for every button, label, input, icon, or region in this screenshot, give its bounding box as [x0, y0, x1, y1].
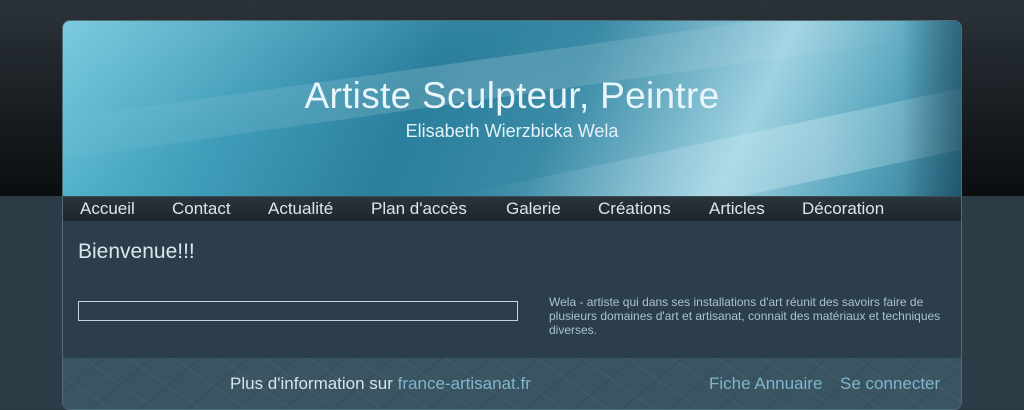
site-subtitle: Elisabeth Wierzbicka Wela — [405, 121, 619, 141]
nav-item-creations[interactable]: Créations — [598, 199, 671, 219]
main-content: Bienvenue!!! Wela - artiste qui dans ses… — [63, 221, 961, 358]
footer: Plus d'information sur france-artisanat.… — [63, 358, 961, 409]
nav-item-decoration[interactable]: Décoration — [802, 199, 884, 219]
site-title[interactable]: Artiste Sculpteur, Peintre — [63, 75, 961, 117]
site-container: Artiste Sculpteur, Peintre Elisabeth Wie… — [62, 20, 962, 410]
nav-item-articles[interactable]: Articles — [709, 199, 765, 219]
login-link[interactable]: Se connecter — [840, 374, 940, 394]
fiche-annuaire-link[interactable]: Fiche Annuaire — [709, 374, 822, 394]
header-banner: Artiste Sculpteur, Peintre Elisabeth Wie… — [63, 21, 961, 253]
nav-item-plan-acces[interactable]: Plan d'accès — [371, 199, 467, 219]
france-artisanat-link[interactable]: france-artisanat.fr — [398, 374, 531, 393]
embedded-frame-box[interactable] — [78, 301, 518, 321]
main-navigation: Accueil Contact Actualité Plan d'accès G… — [63, 196, 961, 222]
nav-item-galerie[interactable]: Galerie — [506, 199, 561, 219]
nav-item-accueil[interactable]: Accueil — [80, 199, 135, 219]
footer-info-text: Plus d'information sur — [230, 374, 398, 393]
footer-info: Plus d'information sur france-artisanat.… — [230, 374, 531, 394]
nav-item-actualite[interactable]: Actualité — [268, 199, 333, 219]
welcome-heading: Bienvenue!!! — [78, 240, 195, 263]
artist-description: Wela - artiste qui dans ses installation… — [549, 295, 941, 337]
nav-item-contact[interactable]: Contact — [172, 199, 231, 219]
